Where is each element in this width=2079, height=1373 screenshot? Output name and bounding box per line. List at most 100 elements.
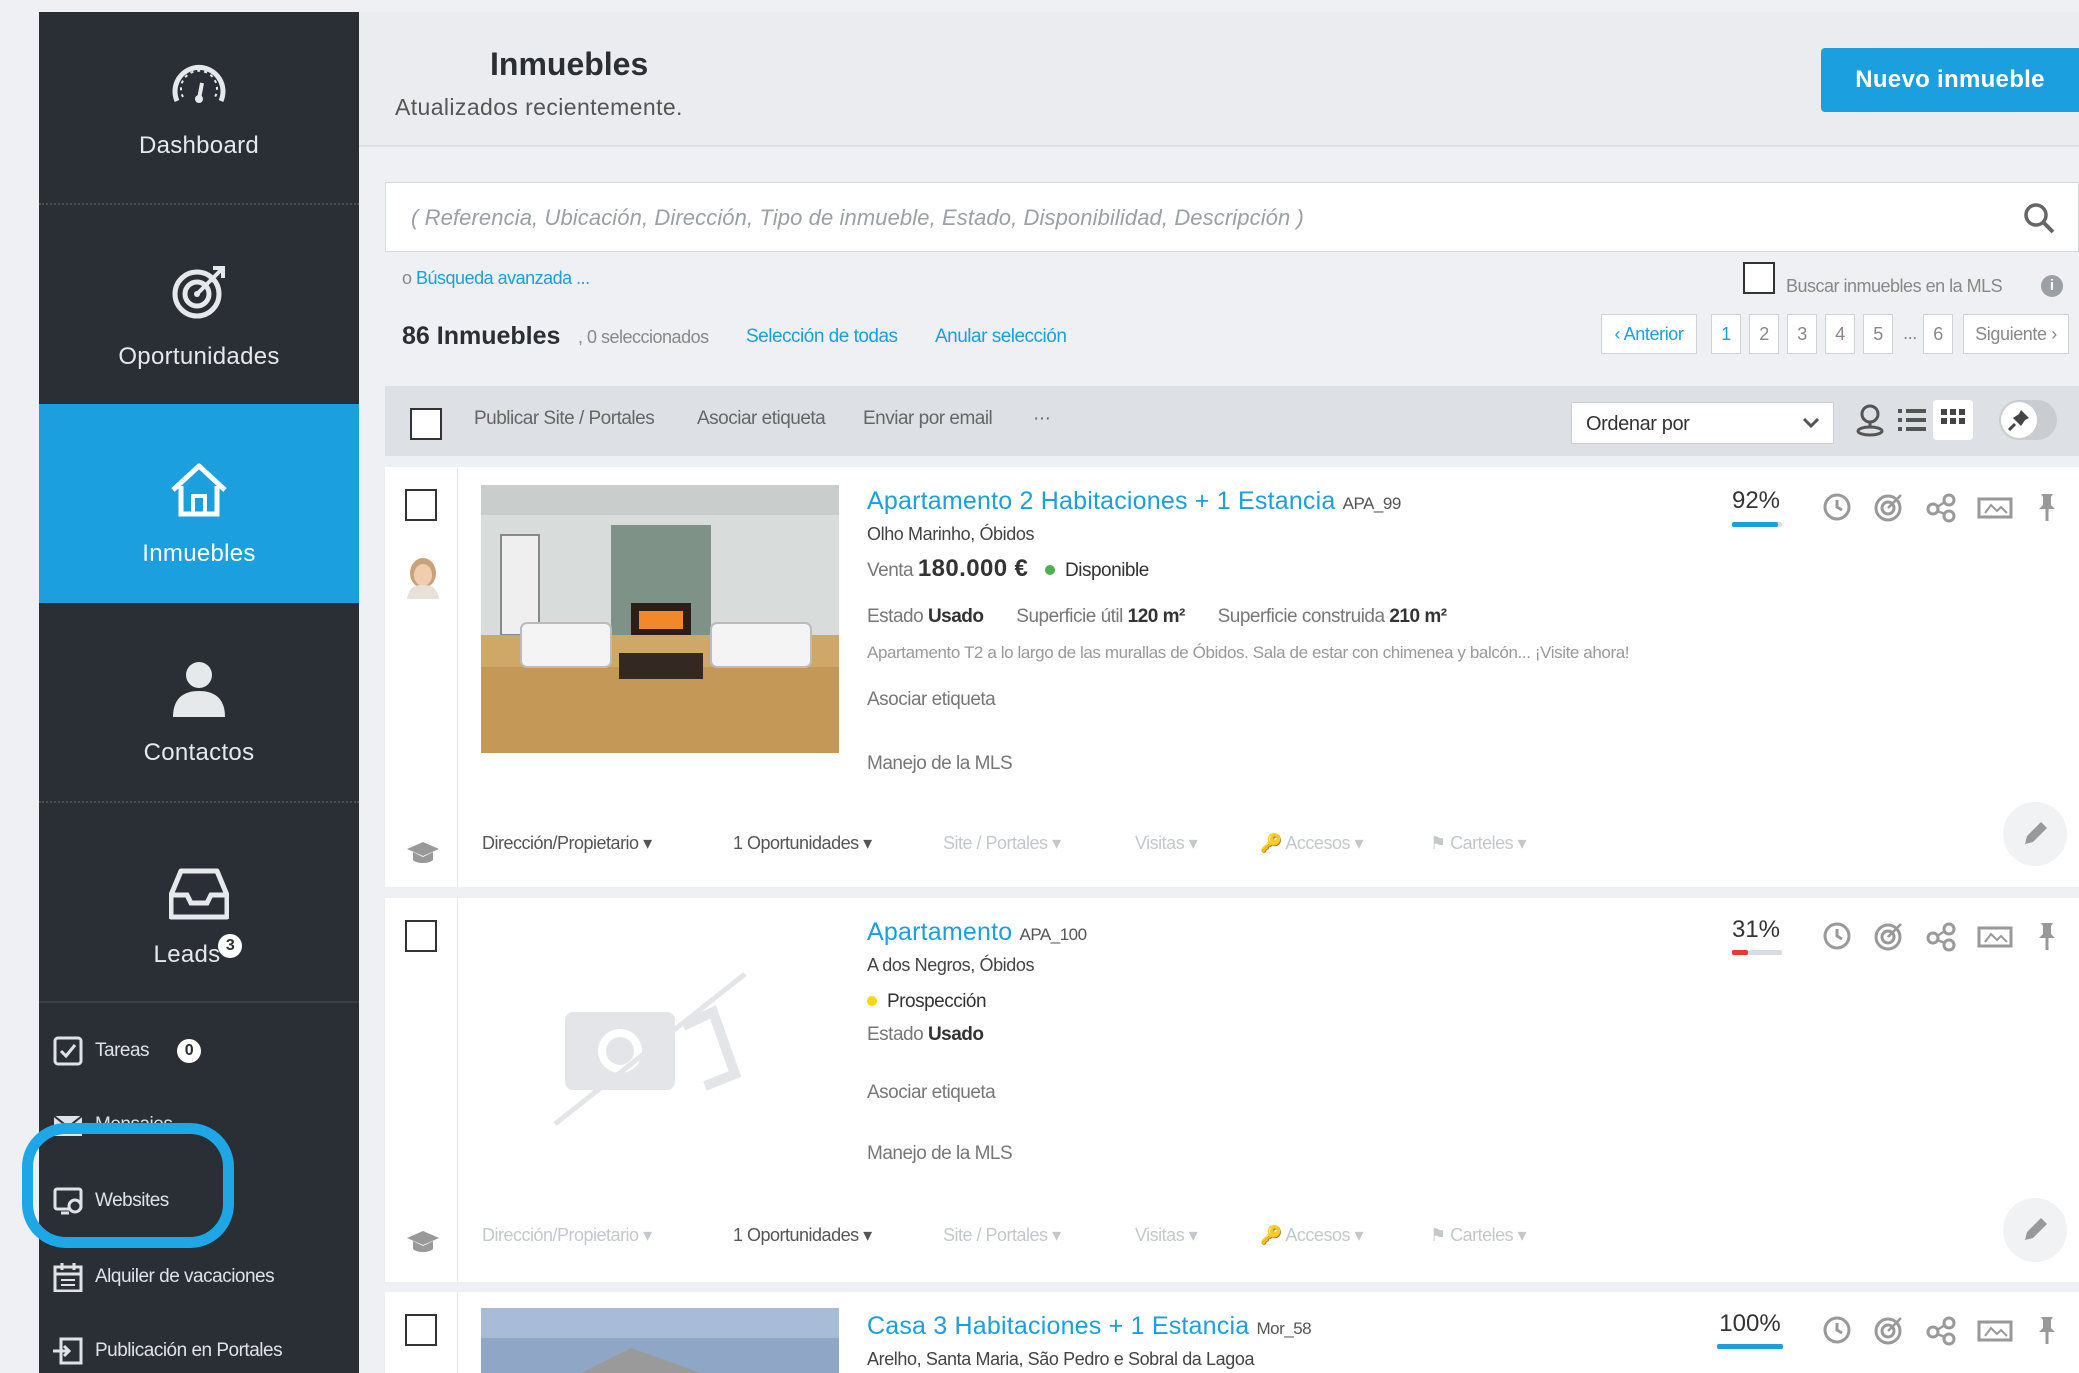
nav-dashboard[interactable]: Dashboard [39, 12, 359, 211]
mls-link[interactable]: Manejo de la MLS [867, 1143, 1013, 1165]
nav-label: Oportunidades [118, 343, 280, 370]
opportunities-dropdown[interactable]: 1 Oportunidades ▾ [733, 833, 872, 854]
mls-search-checkbox[interactable] [1743, 262, 1775, 294]
pin-icon[interactable] [2031, 920, 2063, 952]
pin-toggle[interactable] [1999, 400, 2057, 440]
pagination-page[interactable]: 4 [1825, 314, 1855, 354]
edit-button[interactable] [2003, 802, 2067, 866]
completeness-percent: 92% [1731, 487, 1781, 514]
target-icon[interactable] [1873, 491, 1905, 523]
property-title[interactable]: Casa 3 Habitaciones + 1 Estancia Mor_58 [867, 1312, 1312, 1341]
property-photo[interactable] [481, 1308, 839, 1373]
clock-icon[interactable] [1821, 920, 1853, 952]
property-title-text: Apartamento 2 Habitaciones + 1 Estancia [867, 487, 1336, 515]
list-view-icon[interactable] [1892, 400, 1932, 440]
sub-item-publicacion[interactable]: Publicación en Portales [53, 1332, 353, 1372]
sort-select[interactable]: Ordenar por [1571, 402, 1834, 444]
agent-avatar[interactable] [405, 555, 441, 599]
property-checkbox[interactable] [405, 1314, 437, 1346]
opportunities-dropdown[interactable]: 1 Oportunidades ▾ [733, 1225, 872, 1246]
pagination-page[interactable]: 6 [1923, 314, 1953, 354]
share-icon[interactable] [1925, 491, 1957, 523]
owner-dropdown[interactable]: Dirección/Propietario ▾ [482, 833, 652, 854]
clock-icon[interactable] [1821, 1314, 1853, 1346]
pagination-page[interactable]: 1 [1711, 314, 1741, 354]
portals-dropdown[interactable]: Site / Portales ▾ [943, 833, 1061, 854]
deselect-link[interactable]: Anular selección [935, 326, 1067, 348]
footer-label: Dirección/Propietario [482, 833, 639, 853]
pin-icon[interactable] [2031, 491, 2063, 523]
pagination-page[interactable]: 5 [1863, 314, 1893, 354]
property-title[interactable]: Apartamento 2 Habitaciones + 1 Estancia … [867, 487, 1401, 516]
email-action[interactable]: Enviar por email [863, 408, 993, 430]
edit-button[interactable] [2003, 1198, 2067, 1262]
signs-dropdown[interactable]: ⚑ Carteles ▾ [1430, 833, 1527, 854]
pagination-prev[interactable]: ‹ Anterior [1601, 314, 1697, 354]
footer-label: 1 Oportunidades [733, 833, 859, 853]
built-value: 210 m² [1389, 606, 1447, 627]
sub-item-tareas[interactable]: Tareas 0 [53, 1032, 353, 1072]
more-actions[interactable]: ··· [1033, 408, 1051, 430]
property-ref: Mor_58 [1256, 1319, 1312, 1338]
property-photo[interactable] [481, 485, 839, 753]
access-dropdown[interactable]: 🔑 Accesos ▾ [1260, 1225, 1364, 1246]
completeness-percent: 31% [1731, 916, 1781, 943]
select-all-checkbox[interactable] [410, 408, 442, 440]
property-checkbox[interactable] [405, 489, 437, 521]
pencil-icon [2025, 822, 2047, 844]
property-location: Olho Marinho, Óbidos [867, 524, 1035, 544]
publish-action[interactable]: Publicar Site / Portales [474, 408, 655, 430]
property-checkbox[interactable] [405, 920, 437, 952]
estado-label: Estado [867, 606, 924, 627]
pin-icon[interactable] [2031, 1314, 2063, 1346]
sign-icon[interactable] [1977, 920, 2013, 952]
search-input[interactable]: ( Referencia, Ubicación, Dirección, Tipo… [385, 182, 2079, 252]
nav-oportunidades[interactable]: Oportunidades [39, 205, 359, 404]
pagination-ellipsis: ... [1903, 323, 1917, 343]
property-card: Apartamento 2 Habitaciones + 1 Estancia … [385, 467, 2079, 887]
util-label: Superficie útil [1016, 606, 1123, 627]
property-title[interactable]: Apartamento APA_100 [867, 918, 1087, 947]
sign-icon[interactable] [1977, 1314, 2013, 1346]
mls-link[interactable]: Manejo de la MLS [867, 753, 1013, 775]
advanced-search-link[interactable]: Búsqueda avanzada ... [416, 268, 590, 288]
sign-icon[interactable] [1977, 491, 2013, 523]
footer-label: Site / Portales [943, 833, 1048, 853]
pagination-next[interactable]: Siguiente › [1963, 314, 2069, 354]
target-icon[interactable] [1873, 920, 1905, 952]
clock-icon[interactable] [1821, 491, 1853, 523]
grid-view-icon[interactable] [1933, 400, 1973, 440]
portals-dropdown[interactable]: Site / Portales ▾ [943, 1225, 1061, 1246]
new-property-button[interactable]: Nuevo inmueble [1821, 48, 2079, 112]
signs-dropdown[interactable]: ⚑ Carteles ▾ [1430, 1225, 1527, 1246]
access-dropdown[interactable]: 🔑 Accesos ▾ [1260, 833, 1364, 854]
graduation-cap-icon[interactable] [405, 839, 441, 867]
owner-dropdown[interactable]: Dirección/Propietario ▾ [482, 1225, 652, 1246]
property-ref: APA_99 [1342, 494, 1402, 513]
map-pin-icon[interactable] [1850, 400, 1890, 440]
sub-item-alquiler[interactable]: Alquiler de vacaciones [53, 1258, 353, 1298]
info-icon[interactable]: i [2041, 275, 2063, 297]
tag-link[interactable]: Asociar etiqueta [867, 1082, 996, 1104]
estado-label: Estado [867, 1024, 924, 1045]
visits-dropdown[interactable]: Visitas ▾ [1135, 1225, 1198, 1246]
footer-label: 1 Oportunidades [733, 1225, 859, 1245]
tag-action[interactable]: Asociar etiqueta [697, 408, 826, 430]
share-icon[interactable] [1925, 1314, 1957, 1346]
sub-item-label: Tareas [95, 1040, 150, 1061]
share-icon[interactable] [1925, 920, 1957, 952]
pagination-page[interactable]: 2 [1749, 314, 1779, 354]
house-icon [171, 463, 227, 517]
visits-dropdown[interactable]: Visitas ▾ [1135, 833, 1198, 854]
tag-link[interactable]: Asociar etiqueta [867, 689, 996, 711]
pagination-page[interactable]: 3 [1787, 314, 1817, 354]
nav-contactos[interactable]: Contactos [39, 603, 359, 802]
nav-leads[interactable]: Leads 3 [39, 803, 359, 1002]
graduation-cap-icon[interactable] [405, 1228, 441, 1256]
nav-inmuebles[interactable]: Inmuebles [39, 404, 359, 603]
search-icon[interactable] [2022, 201, 2056, 235]
property-description: Apartamento T2 a lo largo de las muralla… [867, 643, 1630, 662]
calendar-icon [53, 1263, 83, 1292]
select-all-link[interactable]: Selección de todas [746, 326, 898, 348]
target-icon[interactable] [1873, 1314, 1905, 1346]
